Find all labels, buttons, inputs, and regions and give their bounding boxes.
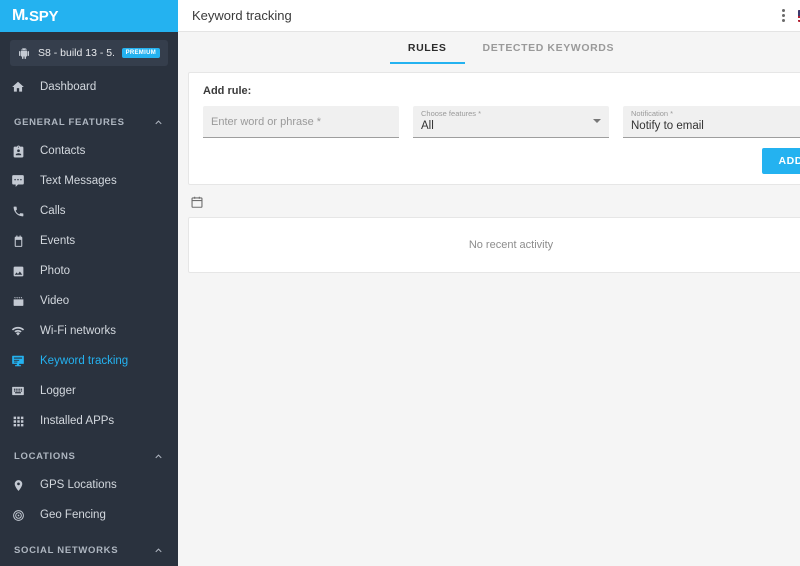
- choose-features-label: Choose features *: [421, 109, 482, 118]
- recent-activity-panel: No recent activity: [188, 217, 800, 273]
- sidebar-item-video[interactable]: Video: [0, 286, 178, 316]
- notification-field-wrap: Notification * Notify to email: [623, 106, 800, 138]
- tab-label: DETECTED KEYWORDS: [482, 42, 615, 54]
- sidebar-item-installed-apps[interactable]: Installed APPs: [0, 406, 178, 436]
- sidebar-item-label: Photo: [40, 265, 71, 277]
- notification-value: Notify to email: [631, 120, 704, 132]
- sidebar-item-keyword-tracking[interactable]: Keyword tracking: [0, 346, 178, 376]
- tab-bar: RULES DETECTED KEYWORDS: [178, 32, 800, 64]
- empty-state-message: No recent activity: [468, 239, 554, 251]
- sidebar-item-contacts[interactable]: Contacts: [0, 136, 178, 166]
- premium-badge: PREMIUM: [121, 48, 160, 58]
- sidebar-item-logger[interactable]: Logger: [0, 376, 178, 406]
- activity-toolbar: [188, 185, 800, 217]
- pin-icon: [10, 479, 26, 492]
- tab-detected-keywords[interactable]: DETECTED KEYWORDS: [465, 32, 633, 64]
- chevron-down-icon: [593, 119, 601, 123]
- calendar-icon[interactable]: [190, 195, 204, 209]
- tab-rules[interactable]: RULES: [389, 32, 465, 64]
- kebab-dot: [782, 9, 785, 12]
- logo-letter-m: M: [12, 7, 26, 24]
- top-bar-actions: [779, 6, 800, 25]
- notification-label: Notification *: [631, 109, 674, 118]
- add-rule-form: Choose features * All Notification * Not…: [203, 106, 800, 138]
- photo-icon: [10, 265, 26, 278]
- sidebar-section-general-features[interactable]: GENERAL FEATURES: [0, 108, 178, 136]
- mspy-logo[interactable]: M SPY: [12, 7, 58, 25]
- wifi-icon: [10, 324, 26, 338]
- chevron-up-icon: [153, 451, 164, 462]
- sidebar-item-label: Keyword tracking: [40, 355, 129, 367]
- sidebar-section-label: SOCIAL NETWORKS: [14, 544, 119, 556]
- add-rule-actions: ADD: [203, 148, 800, 174]
- sidebar-section-locations[interactable]: LOCATIONS: [0, 442, 178, 470]
- android-icon: [18, 47, 30, 59]
- sidebar-item-text-messages[interactable]: Text Messages: [0, 166, 178, 196]
- phone-icon: [10, 205, 26, 218]
- message-icon: [10, 174, 26, 188]
- calendar-icon: [10, 235, 26, 248]
- sidebar-item-label: Text Messages: [40, 175, 117, 187]
- sidebar-item-gps-locations[interactable]: GPS Locations: [0, 470, 178, 500]
- add-button[interactable]: ADD: [762, 148, 800, 174]
- content-area: Add rule: Choose features * All: [178, 64, 800, 566]
- device-selector[interactable]: S8 - build 13 - 5... PREMIUM: [10, 40, 168, 66]
- sidebar: M SPY S8 - build 13 - 5... PREMIUM Dashbo…: [0, 0, 178, 566]
- target-icon: [10, 509, 26, 522]
- sidebar-section-label: GENERAL FEATURES: [14, 116, 125, 128]
- logo-word-spy: SPY: [29, 7, 59, 25]
- tab-label: RULES: [407, 42, 447, 54]
- brand-header: M SPY: [0, 0, 178, 32]
- sidebar-item-label: Geo Fencing: [40, 509, 106, 521]
- add-rule-card: Add rule: Choose features * All: [188, 72, 800, 185]
- add-rule-title: Add rule:: [203, 85, 252, 97]
- page-title: Keyword tracking: [192, 8, 292, 23]
- sidebar-item-wifi-networks[interactable]: Wi-Fi networks: [0, 316, 178, 346]
- sidebar-item-dashboard[interactable]: Dashboard: [0, 72, 178, 102]
- sidebar-item-calls[interactable]: Calls: [0, 196, 178, 226]
- sidebar-item-label: Events: [40, 235, 76, 247]
- chevron-up-icon: [153, 545, 164, 556]
- keyboard-icon: [10, 384, 26, 398]
- contacts-icon: [10, 145, 26, 158]
- keyword-field-wrap: [203, 106, 399, 138]
- keyword-input-container[interactable]: [203, 106, 399, 138]
- features-field-wrap: Choose features * All: [413, 106, 609, 138]
- keyword-input[interactable]: [211, 115, 391, 128]
- sidebar-item-label: GPS Locations: [40, 479, 117, 491]
- grid-icon: [10, 415, 26, 428]
- app-root: M SPY S8 - build 13 - 5... PREMIUM Dashbo…: [0, 0, 800, 566]
- kebab-dot: [782, 14, 785, 17]
- choose-features-value: All: [421, 120, 434, 132]
- sidebar-item-label: Wi-Fi networks: [40, 325, 117, 337]
- video-icon: [10, 295, 26, 308]
- sidebar-section-label: LOCATIONS: [14, 450, 76, 462]
- kebab-dot: [782, 19, 785, 22]
- sidebar-item-label: Logger: [40, 385, 76, 397]
- sidebar-item-label: Calls: [40, 205, 66, 217]
- sidebar-item-label: Video: [40, 295, 70, 307]
- sidebar-item-photo[interactable]: Photo: [0, 256, 178, 286]
- sidebar-item-label: Contacts: [40, 145, 86, 157]
- notification-select[interactable]: Notification * Notify to email: [623, 106, 800, 138]
- sidebar-section-social-networks[interactable]: SOCIAL NETWORKS: [0, 536, 178, 564]
- more-vertical-icon[interactable]: [779, 6, 788, 25]
- chevron-up-icon: [153, 117, 164, 128]
- home-icon: [10, 80, 26, 94]
- sidebar-item-label: Dashboard: [40, 81, 97, 93]
- device-selector-row: S8 - build 13 - 5... PREMIUM: [0, 32, 178, 72]
- device-name: S8 - build 13 - 5...: [38, 47, 114, 59]
- monitor-icon: [10, 354, 26, 368]
- sidebar-item-label: Installed APPs: [40, 415, 115, 427]
- sidebar-item-events[interactable]: Events: [0, 226, 178, 256]
- logo-dot: [25, 17, 29, 20]
- top-bar: Keyword tracking: [178, 0, 800, 32]
- sidebar-item-geo-fencing[interactable]: Geo Fencing: [0, 500, 178, 530]
- main-area: Keyword tracking RULES DETECTED KEYWORDS…: [178, 0, 800, 566]
- choose-features-select[interactable]: Choose features * All: [413, 106, 609, 138]
